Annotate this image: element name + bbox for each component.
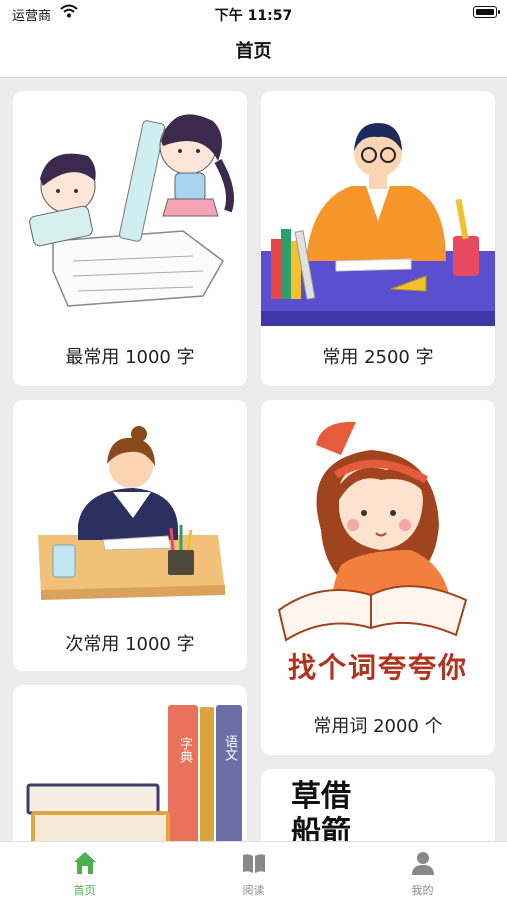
card-label: 次常用 1000 字 bbox=[65, 634, 195, 655]
book-spine-label: 语文 bbox=[222, 735, 237, 761]
girl-reading-illustration bbox=[277, 421, 468, 642]
tab-label: 我的 bbox=[411, 884, 434, 897]
card-common-2500[interactable]: 常用 2500 字 bbox=[261, 91, 495, 386]
card-textbook-books[interactable]: 字典 语文 bbox=[13, 685, 247, 841]
home-icon bbox=[74, 852, 96, 874]
card-less-common-1000[interactable]: 次常用 1000 字 bbox=[13, 400, 247, 671]
stacked-books-illustration bbox=[26, 705, 242, 841]
navigation-bar: 首页 bbox=[0, 28, 507, 78]
page-title: 首页 bbox=[235, 41, 272, 62]
battery-icon bbox=[473, 6, 500, 18]
card-most-common-1000[interactable]: 最常用 1000 字 bbox=[13, 91, 247, 386]
card-label: 常用 2500 字 bbox=[322, 347, 434, 368]
tab-label: 首页 bbox=[73, 884, 96, 897]
calligraphy-text: 草借船箭 bbox=[291, 779, 351, 841]
status-time: 下午 11:57 bbox=[214, 8, 293, 24]
card-label: 常用词 2000 个 bbox=[313, 716, 443, 737]
tab-home[interactable]: 首页 bbox=[0, 842, 169, 901]
status-bar: 运营商 下午 11:57 bbox=[0, 0, 507, 28]
book-spine-label: 字典 bbox=[177, 737, 192, 763]
tab-bar: 首页 阅读 我的 bbox=[0, 841, 507, 900]
person-icon bbox=[412, 852, 434, 875]
content-grid[interactable]: 最常用 1000 字 常用 2500 字 次常用 1000 字 找个词夸夸你 常… bbox=[0, 78, 507, 841]
student-writing-illustration bbox=[38, 426, 225, 600]
card-common-words-2000[interactable]: 找个词夸夸你 常用词 2000 个 bbox=[261, 400, 495, 755]
tab-reading[interactable]: 阅读 bbox=[169, 842, 338, 901]
card-label: 最常用 1000 字 bbox=[65, 347, 195, 368]
card-banner-text: 找个词夸夸你 bbox=[287, 651, 468, 684]
card-idioms[interactable]: 草借船箭 bbox=[261, 769, 495, 841]
tab-profile[interactable]: 我的 bbox=[338, 842, 507, 901]
book-icon bbox=[243, 854, 265, 873]
tab-label: 阅读 bbox=[242, 884, 265, 897]
teacher-desk-illustration bbox=[261, 123, 495, 326]
kids-pencil-illustration bbox=[29, 114, 234, 307]
